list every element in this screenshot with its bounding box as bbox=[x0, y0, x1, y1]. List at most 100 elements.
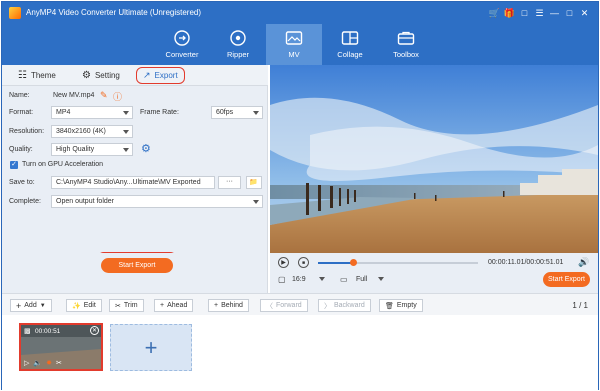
nav-converter[interactable]: Converter bbox=[154, 24, 210, 65]
gear-icon: ⚙ bbox=[82, 70, 91, 81]
video-preview[interactable] bbox=[270, 65, 598, 253]
trim-label: Trim bbox=[123, 302, 138, 309]
nav-mv[interactable]: MV bbox=[266, 24, 322, 65]
clip-actions: ▷ 🔈 ✸ ✂ bbox=[24, 359, 62, 367]
empty-button[interactable]: 🗑 Empty bbox=[379, 299, 423, 312]
chevron-down-icon bbox=[123, 148, 129, 152]
forward-icon: 〈 bbox=[266, 302, 273, 310]
remove-clip-icon[interactable]: ✕ bbox=[90, 326, 99, 335]
gpu-checkbox[interactable]: ✓ bbox=[10, 161, 18, 169]
panel-tabs: ☷ Theme ⚙ Setting ↗ Export bbox=[2, 65, 268, 86]
nav-toolbox[interactable]: Toolbox bbox=[378, 24, 434, 65]
fit-value[interactable]: Full bbox=[356, 276, 367, 283]
edit-name-icon[interactable]: ✎ bbox=[100, 90, 108, 101]
settings-panel-bottom: Start Export bbox=[2, 253, 268, 293]
timeline-toolbar: + Add ▼ ✨ Edit ✂ Trim + Ahead + Behind 〈… bbox=[2, 293, 598, 315]
start-export-button[interactable]: Start Export bbox=[101, 258, 173, 273]
export-icon: ↗ bbox=[143, 70, 151, 80]
clip-duration: 00:00:51 bbox=[35, 328, 61, 335]
collage-icon bbox=[340, 29, 360, 47]
behind-label: Behind bbox=[221, 302, 243, 309]
converter-icon bbox=[172, 29, 192, 47]
beach-scene-image bbox=[270, 65, 598, 253]
frame-rate-select[interactable]: 60fps bbox=[211, 106, 263, 119]
app-logo-icon bbox=[9, 7, 21, 19]
quality-settings-gear-icon[interactable]: ⚙ bbox=[141, 142, 151, 155]
trim-button[interactable]: ✂ Trim bbox=[109, 299, 144, 312]
add-label: Add bbox=[24, 302, 37, 309]
player-controls: ▶ ■ 00:00:11.01/00:00:51.01 🔊 ▢ 16:9 ▭ F… bbox=[270, 253, 598, 293]
quality-label: Quality: bbox=[9, 146, 33, 153]
toolbox-icon bbox=[396, 29, 416, 47]
info-icon[interactable]: ⓘ bbox=[113, 90, 122, 103]
nav-collage[interactable]: Collage bbox=[322, 24, 378, 65]
scissors-icon: ✂ bbox=[115, 302, 121, 310]
format-label: Format: bbox=[9, 109, 34, 116]
nav-converter-label: Converter bbox=[165, 50, 199, 59]
plus-icon: + bbox=[16, 300, 22, 311]
edit-label: Edit bbox=[83, 302, 96, 309]
progress-knob[interactable] bbox=[350, 259, 358, 266]
behind-button[interactable]: + Behind bbox=[208, 299, 249, 312]
tab-setting-label: Setting bbox=[94, 71, 120, 80]
chevron-down-icon bbox=[123, 130, 129, 134]
stop-icon[interactable]: ■ bbox=[298, 257, 309, 268]
backward-button[interactable]: 〉 Backward bbox=[318, 299, 371, 312]
edit-button[interactable]: ✨ Edit bbox=[66, 299, 102, 312]
chat-icon[interactable]: □ bbox=[517, 6, 532, 20]
tab-theme-label: Theme bbox=[30, 71, 56, 80]
effect-icon[interactable]: ✸ bbox=[46, 359, 52, 367]
chevron-down-icon[interactable] bbox=[378, 277, 384, 281]
film-icon: ▩ bbox=[24, 328, 31, 335]
resolution-select[interactable]: 3840x2160 (4K) bbox=[51, 125, 133, 138]
chevron-down-icon[interactable] bbox=[319, 277, 325, 281]
volume-icon[interactable]: 🔊 bbox=[578, 257, 589, 268]
minimize-icon[interactable]: — bbox=[547, 6, 562, 20]
plus-icon: + bbox=[214, 302, 219, 309]
scissors-icon[interactable]: ✂ bbox=[56, 359, 62, 367]
plus-icon: + bbox=[160, 302, 165, 309]
theme-icon: ☷ bbox=[18, 70, 27, 81]
timeline: ▩ 00:00:51 ✕ ▷ 🔈 ✸ ✂ + bbox=[2, 315, 598, 391]
chevron-down-icon bbox=[253, 200, 259, 204]
cart-icon[interactable]: 🛒 bbox=[487, 6, 502, 20]
tab-setting[interactable]: ⚙ Setting bbox=[82, 68, 120, 83]
progress-track[interactable] bbox=[318, 262, 478, 264]
chevron-down-icon bbox=[253, 111, 259, 115]
forward-button[interactable]: 〈 Forward bbox=[260, 299, 308, 312]
backward-icon: 〉 bbox=[324, 302, 331, 310]
forward-label: Forward bbox=[276, 302, 302, 309]
save-path-value: C:\AnyMP4 Studio\Any...Ultimate\MV Expor… bbox=[56, 179, 201, 186]
maximize-icon[interactable]: □ bbox=[562, 6, 577, 20]
tab-export[interactable]: ↗ Export bbox=[136, 67, 185, 84]
video-clip[interactable]: ▩ 00:00:51 ✕ ▷ 🔈 ✸ ✂ bbox=[19, 323, 103, 371]
mv-icon bbox=[284, 29, 304, 47]
menu-icon[interactable]: ☰ bbox=[532, 6, 547, 20]
close-icon[interactable]: ✕ bbox=[577, 6, 592, 20]
add-clip-slot[interactable]: + bbox=[110, 324, 192, 371]
add-button[interactable]: + Add ▼ bbox=[10, 299, 52, 312]
ahead-label: Ahead bbox=[167, 302, 188, 309]
complete-select[interactable]: Open output folder bbox=[51, 195, 263, 208]
nav-ripper[interactable]: Ripper bbox=[210, 24, 266, 65]
play-icon[interactable]: ▶ bbox=[278, 257, 289, 268]
edit-icon: ✨ bbox=[72, 302, 81, 310]
aspect-ratio-value[interactable]: 16:9 bbox=[292, 276, 306, 283]
gift-icon[interactable]: 🎁 bbox=[502, 6, 517, 20]
browse-button[interactable]: ··· bbox=[218, 176, 241, 189]
save-path-field[interactable]: C:\AnyMP4 Studio\Any...Ultimate\MV Expor… bbox=[51, 176, 215, 189]
volume-icon[interactable]: 🔈 bbox=[33, 359, 42, 367]
quality-select[interactable]: High Quality bbox=[51, 143, 133, 156]
page-indicator: 1 / 1 bbox=[572, 301, 588, 310]
start-export-label: Start Export bbox=[118, 262, 156, 269]
main-nav: Converter Ripper MV Collage Toolbox bbox=[154, 24, 434, 65]
chevron-down-icon bbox=[123, 111, 129, 115]
frame-rate-label: Frame Rate: bbox=[140, 109, 179, 116]
tab-theme[interactable]: ☷ Theme bbox=[18, 68, 56, 83]
play-icon[interactable]: ▷ bbox=[24, 359, 29, 367]
start-export-button-preview[interactable]: Start Export bbox=[543, 272, 590, 287]
ahead-button[interactable]: + Ahead bbox=[154, 299, 194, 312]
open-folder-button[interactable]: 📁 bbox=[246, 176, 262, 189]
title-bar: AnyMP4 Video Converter Ultimate (Unregis… bbox=[2, 2, 598, 24]
format-select[interactable]: MP4 bbox=[51, 106, 133, 119]
